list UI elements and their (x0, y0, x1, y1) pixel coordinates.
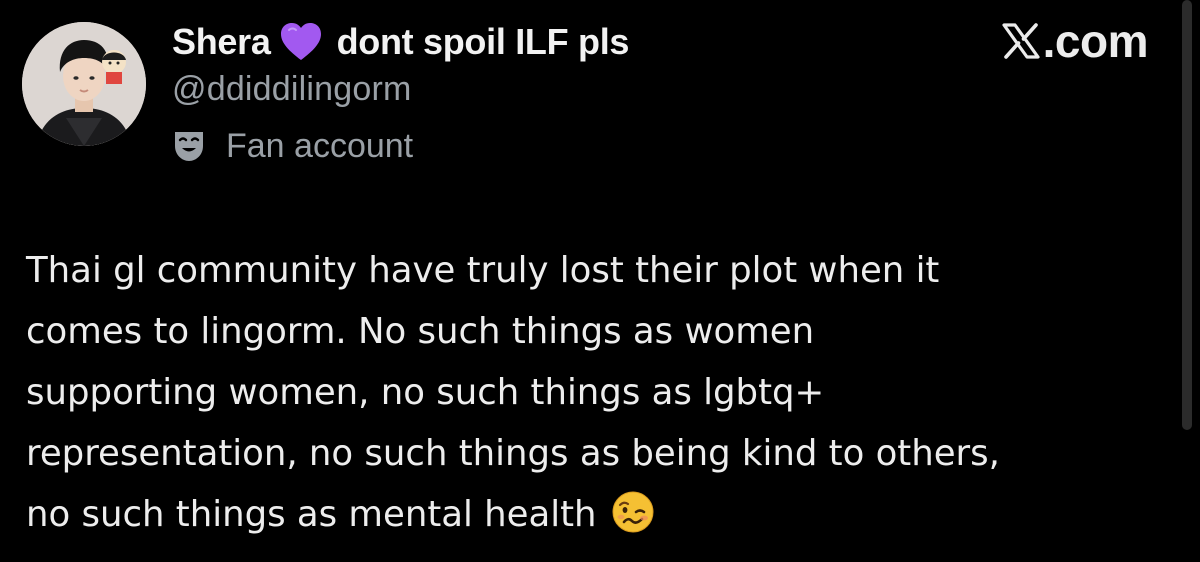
author-handle[interactable]: @ddiddilingorm (172, 70, 412, 109)
woozy-face-icon (611, 490, 655, 534)
tweet-line: comes to lingorm. No such things as wome… (26, 311, 815, 352)
account-label-text: Fan account (226, 126, 414, 165)
tweet-line: no such things as mental health (26, 494, 597, 535)
tweet-last-line: no such things as mental health (26, 484, 1176, 545)
avatar-image (22, 22, 146, 146)
brand-text: .com (1042, 15, 1149, 67)
account-label: Fan account (172, 122, 413, 170)
avatar[interactable] (22, 22, 146, 146)
brand-watermark: .com (1001, 14, 1149, 68)
scrollbar[interactable] (1182, 0, 1192, 430)
author-name-row[interactable]: Shera dont spoil ILF pls (172, 18, 629, 66)
tweet-line: representation, no such things as being … (26, 433, 1000, 474)
x-logo-icon (1002, 23, 1040, 59)
tweet-line: supporting women, no such things as lgbt… (26, 372, 825, 413)
author-name-suffix[interactable]: dont spoil ILF pls (337, 21, 630, 63)
tweet-card: Shera dont spoil ILF pls @ddiddilingorm … (0, 0, 1200, 562)
theater-mask-icon (175, 132, 203, 161)
tweet-text: Thai gl community have truly lost their … (26, 240, 1176, 545)
author-display-name[interactable]: Shera (172, 21, 271, 63)
purple-heart-icon (279, 22, 323, 62)
tweet-line: Thai gl community have truly lost their … (26, 250, 940, 291)
